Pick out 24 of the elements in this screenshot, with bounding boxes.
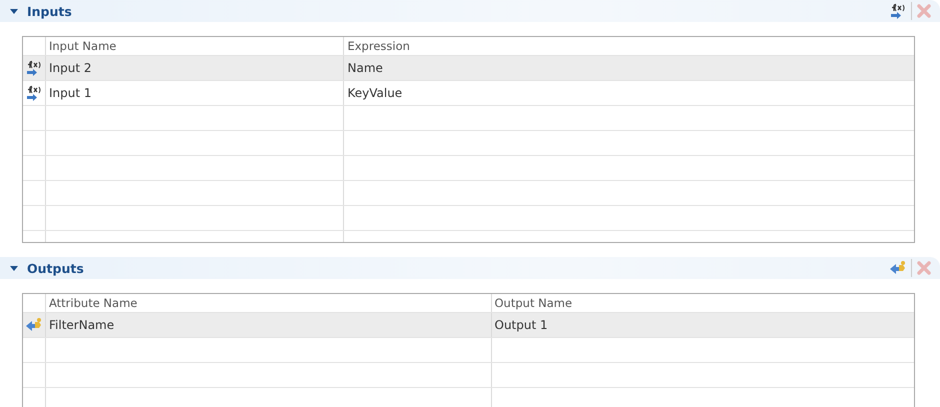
section-title: Outputs — [27, 260, 85, 276]
table-cell: Output 1 — [490, 313, 914, 337]
function-arrow-icon — [25, 85, 43, 101]
collapse-icon[interactable] — [10, 8, 18, 14]
table-cell: Name — [343, 56, 914, 80]
function-arrow-icon — [889, 3, 907, 19]
table-row[interactable]: Input 2 Name — [23, 56, 914, 81]
table-cell: FilterName — [45, 313, 490, 337]
table-row[interactable]: FilterName Output 1 — [23, 313, 914, 338]
function-arrow-icon — [25, 60, 43, 76]
arrow-puzzle-icon — [889, 260, 907, 276]
arrow-puzzle-icon — [25, 317, 43, 333]
section-title: Inputs — [27, 4, 73, 18]
column-header[interactable]: Attribute Name — [45, 294, 490, 312]
collapse-icon[interactable] — [10, 266, 18, 270]
delete-icon — [916, 260, 932, 276]
column-header[interactable]: Expression — [343, 37, 914, 55]
delete-icon — [916, 3, 932, 19]
table-cell: Input 2 — [45, 56, 344, 80]
column-header[interactable]: Output Name — [490, 294, 914, 312]
table-cell: Input 1 — [45, 81, 344, 105]
table-cell: KeyValue — [343, 81, 914, 105]
table-row[interactable]: Input 1 KeyValue — [23, 81, 914, 106]
column-header[interactable]: Input Name — [45, 37, 344, 55]
